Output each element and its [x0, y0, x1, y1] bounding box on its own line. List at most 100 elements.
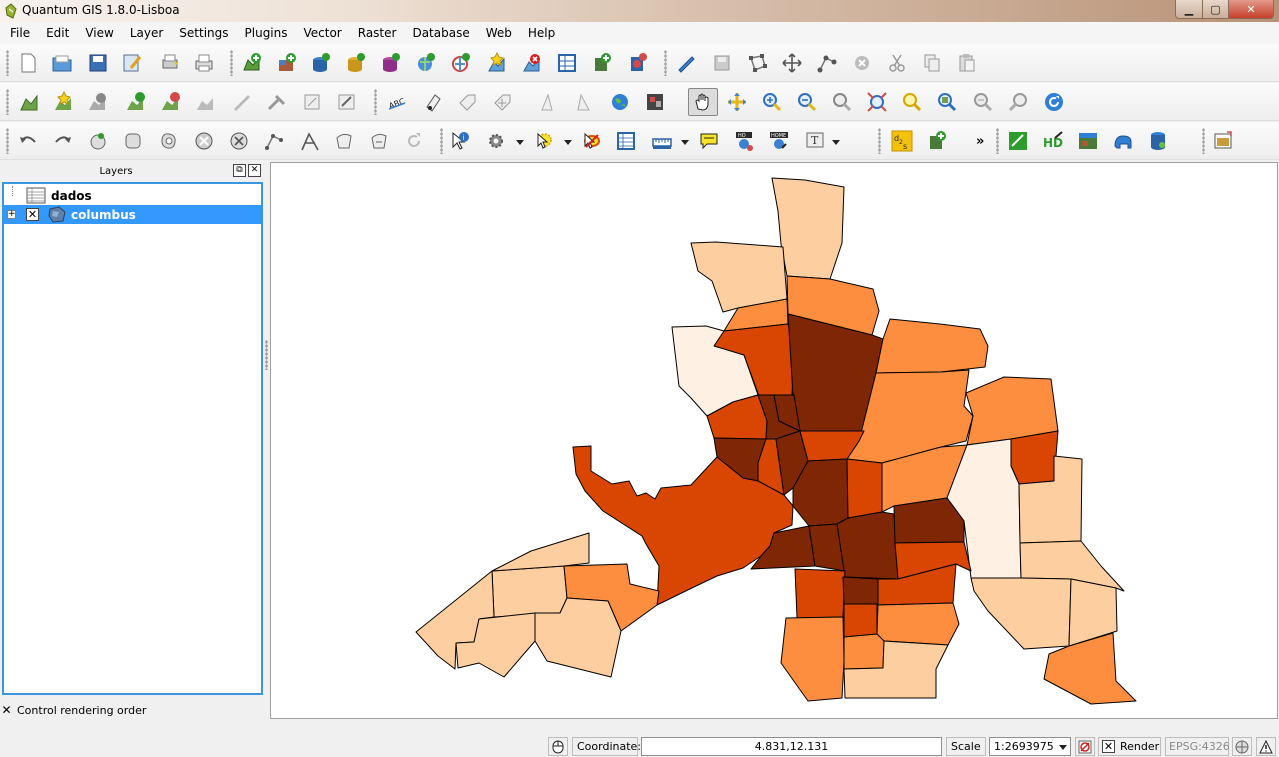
composer-manager-button[interactable] [192, 51, 216, 75]
paste-features-button[interactable] [955, 51, 979, 75]
rendering-order-checkbox[interactable]: ✕ [1, 704, 12, 716]
toolbar-handle[interactable] [664, 50, 667, 76]
save-as-image-button[interactable] [1211, 129, 1235, 153]
heatmap-button[interactable]: HD [1041, 129, 1065, 153]
minimize-button[interactable]: ▁ [1175, 0, 1203, 19]
add-spatialite-layer-button[interactable] [344, 51, 368, 75]
control-rendering-order[interactable]: ✕ Control rendering order [0, 702, 266, 720]
chevron-down-icon[interactable] [681, 140, 689, 145]
measure-line-button[interactable] [650, 129, 674, 153]
move-label-button[interactable] [490, 90, 514, 114]
menu-database[interactable]: Database [404, 22, 477, 44]
show-bookmarks-button[interactable]: HOME [767, 129, 791, 153]
menu-plugins[interactable]: Plugins [237, 22, 296, 44]
rotate-features-button[interactable] [402, 129, 426, 153]
close-panel-button[interactable]: ✕ [248, 164, 261, 177]
zoom-full-button[interactable] [865, 90, 889, 114]
expand-icon[interactable]: + [7, 210, 16, 219]
pan-map-button[interactable] [688, 88, 718, 116]
pin-labels-button[interactable] [420, 90, 444, 114]
stop-rendering-button[interactable] [1075, 737, 1095, 756]
node-tool-button[interactable] [815, 51, 839, 75]
delete-part-button[interactable] [124, 90, 148, 114]
maximize-button[interactable]: ▢ [1202, 0, 1229, 19]
zoom-actual-size-button[interactable] [830, 90, 854, 114]
add-delimited-text-button[interactable] [590, 51, 614, 75]
menu-file[interactable]: File [2, 22, 38, 44]
open-attribute-table-button[interactable] [614, 129, 638, 153]
db-manager-button[interactable] [1146, 129, 1170, 153]
menu-web[interactable]: Web [478, 22, 520, 44]
toolbar-handle[interactable] [996, 128, 999, 154]
delete-ring-button[interactable] [86, 90, 110, 114]
delete-selected-button[interactable] [850, 51, 874, 75]
messages-button[interactable] [1256, 737, 1276, 756]
rotate-label-button[interactable] [537, 90, 561, 114]
georeferencer-button[interactable] [1006, 129, 1030, 153]
menu-raster[interactable]: Raster [350, 22, 405, 44]
menu-layer[interactable]: Layer [122, 22, 171, 44]
open-project-button[interactable] [50, 51, 74, 75]
projection-button[interactable] [1232, 737, 1252, 756]
toolbar-overflow-button[interactable]: » [976, 134, 984, 149]
zoom-to-layer-button[interactable] [935, 90, 959, 114]
add-vertex-button[interactable] [262, 129, 286, 153]
toolbar-handle[interactable] [230, 50, 233, 76]
save-as-button[interactable] [120, 51, 144, 75]
new-bookmark-button[interactable]: HO [732, 129, 756, 153]
toolbar-handle[interactable] [6, 89, 9, 115]
layer-visibility-checkbox[interactable]: ✕ [26, 208, 39, 221]
toolbar-handle[interactable] [6, 128, 9, 154]
render-toggle[interactable]: ✕ Render [1098, 737, 1161, 756]
toggle-extents-button[interactable] [548, 737, 568, 756]
fill-ring-button[interactable] [192, 129, 216, 153]
layer-item-columbus[interactable]: + ✕ columbus [4, 205, 261, 224]
change-label-button[interactable] [572, 90, 596, 114]
add-postgis-layer-button[interactable] [309, 51, 333, 75]
float-panel-button[interactable]: ⧉ [233, 164, 246, 177]
scale-combobox[interactable]: 1:2693975 [989, 737, 1071, 756]
split-features-button[interactable] [265, 90, 289, 114]
copy-features-button[interactable] [920, 51, 944, 75]
show-hide-labels-button[interactable] [455, 90, 479, 114]
move-feature-button[interactable] [780, 51, 804, 75]
split-parts-button[interactable] [298, 129, 322, 153]
undo-button[interactable] [16, 129, 40, 153]
cut-features-button[interactable] [885, 51, 909, 75]
add-wcs-layer-button[interactable] [449, 51, 473, 75]
add-feature-button[interactable] [745, 51, 769, 75]
reshape-button[interactable] [159, 90, 183, 114]
raster-terrain-button[interactable] [1076, 129, 1100, 153]
run-feature-action-button[interactable] [484, 129, 508, 153]
menu-vector[interactable]: Vector [296, 22, 350, 44]
add-raster-layer-button[interactable] [275, 51, 299, 75]
oracle-layer-button[interactable] [626, 51, 650, 75]
zoom-out-button[interactable] [795, 90, 819, 114]
add-mssql-layer-button[interactable] [379, 51, 403, 75]
chevron-down-icon[interactable] [832, 140, 840, 145]
zoom-next-button[interactable] [1006, 90, 1030, 114]
offset-tool-button[interactable] [367, 129, 391, 153]
toolbar-handle[interactable] [6, 50, 9, 76]
add-vector-layer-button[interactable] [240, 51, 264, 75]
menu-edit[interactable]: Edit [38, 22, 77, 44]
toolbar-handle[interactable] [440, 128, 443, 154]
add-ring-tool-button[interactable] [157, 129, 181, 153]
redo-button[interactable] [51, 129, 75, 153]
merge-features-button[interactable] [300, 90, 324, 114]
merge-attributes-button[interactable] [335, 90, 359, 114]
render-checkbox[interactable]: ✕ [1102, 740, 1115, 753]
offset-curve-button[interactable] [194, 90, 218, 114]
crs-status[interactable]: EPSG:4326 [1165, 737, 1230, 756]
menu-settings[interactable]: Settings [171, 22, 236, 44]
remove-layer-button[interactable] [520, 51, 544, 75]
chevron-down-icon[interactable] [516, 140, 524, 145]
new-gpx-layer-button[interactable] [555, 51, 579, 75]
menu-help[interactable]: Help [520, 22, 563, 44]
toolbar-handle[interactable] [878, 128, 881, 154]
layers-tree[interactable]: dados + ✕ columbus [2, 182, 263, 695]
chevron-down-icon[interactable] [564, 140, 572, 145]
toolbar-handle[interactable] [374, 89, 377, 115]
new-print-composer-button[interactable] [158, 51, 182, 75]
map-tips-toggle-button[interactable] [697, 129, 721, 153]
